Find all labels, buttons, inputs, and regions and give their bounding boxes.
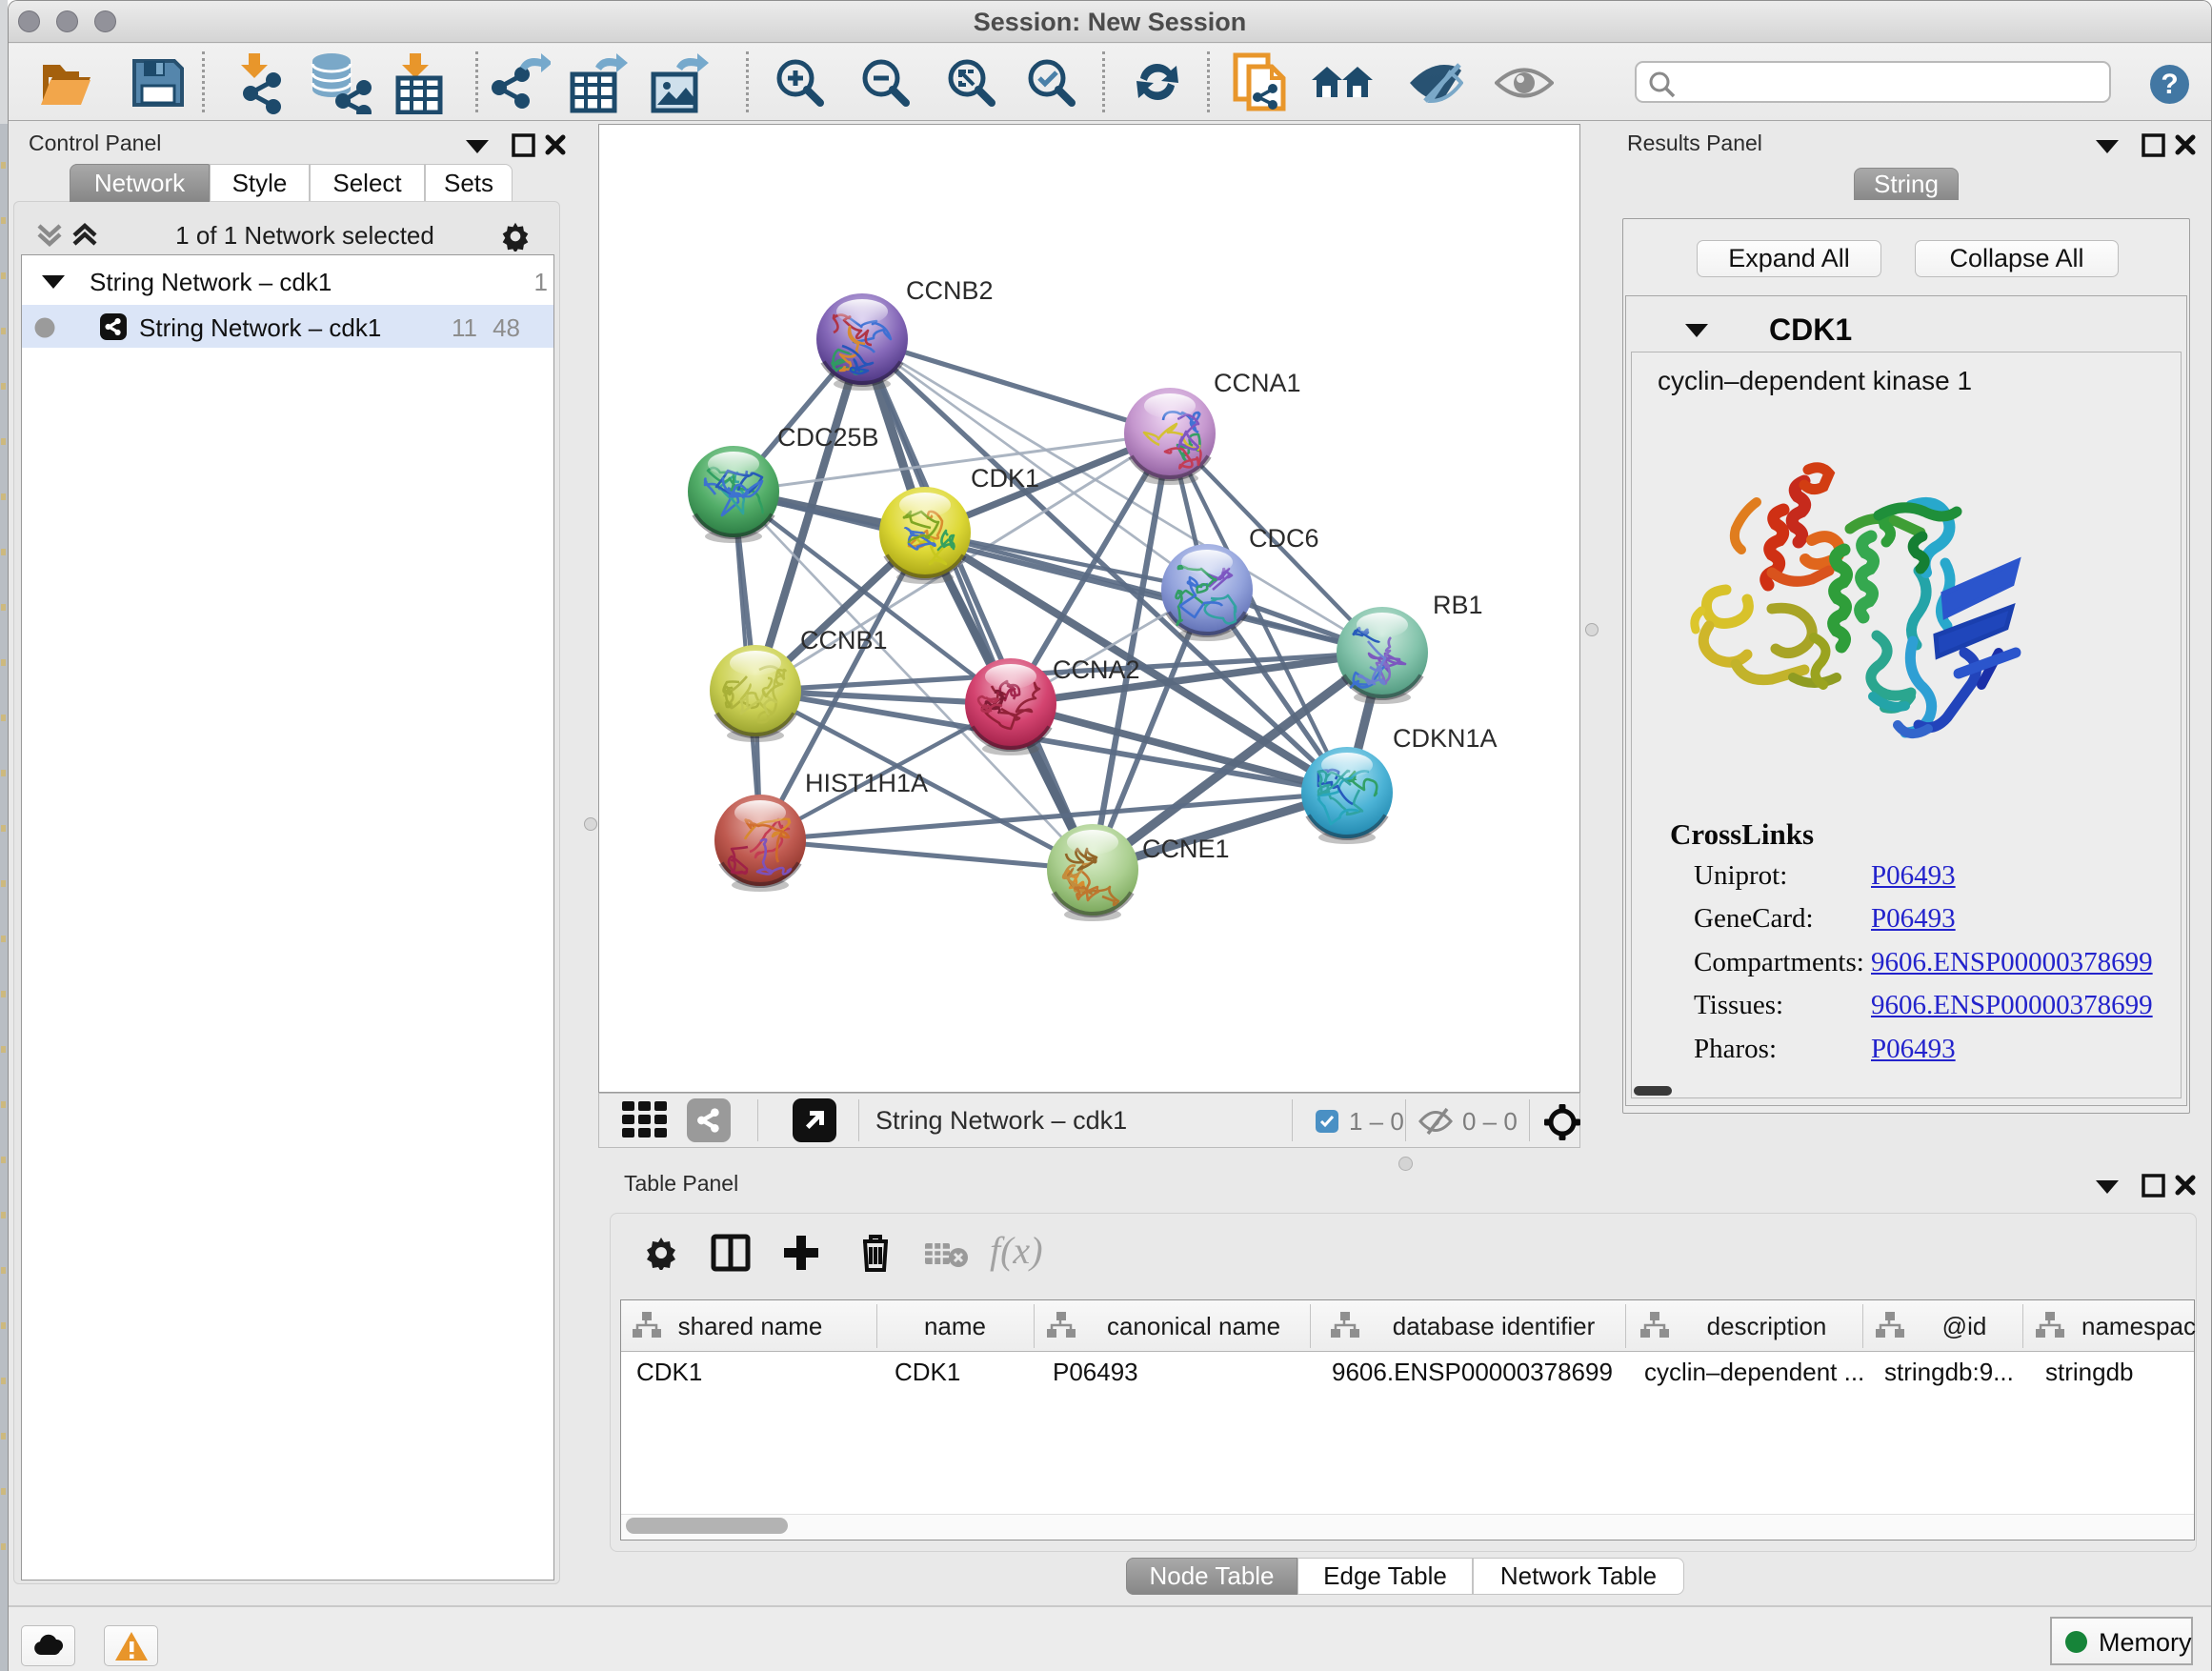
- svg-text:CDC25B: CDC25B: [777, 423, 879, 452]
- svg-text:CCNE1: CCNE1: [1142, 835, 1230, 863]
- svg-text:CCNA2: CCNA2: [1053, 655, 1140, 684]
- svg-text:CDK1: CDK1: [971, 464, 1039, 493]
- svg-text:CDC6: CDC6: [1249, 524, 1319, 553]
- svg-text:RB1: RB1: [1433, 591, 1483, 619]
- svg-text:CDKN1A: CDKN1A: [1393, 724, 1498, 753]
- svg-text:CCNB2: CCNB2: [906, 276, 994, 305]
- svg-text:CCNB1: CCNB1: [800, 626, 888, 654]
- svg-text:CCNA1: CCNA1: [1214, 369, 1301, 397]
- svg-text:HIST1H1A: HIST1H1A: [805, 769, 928, 797]
